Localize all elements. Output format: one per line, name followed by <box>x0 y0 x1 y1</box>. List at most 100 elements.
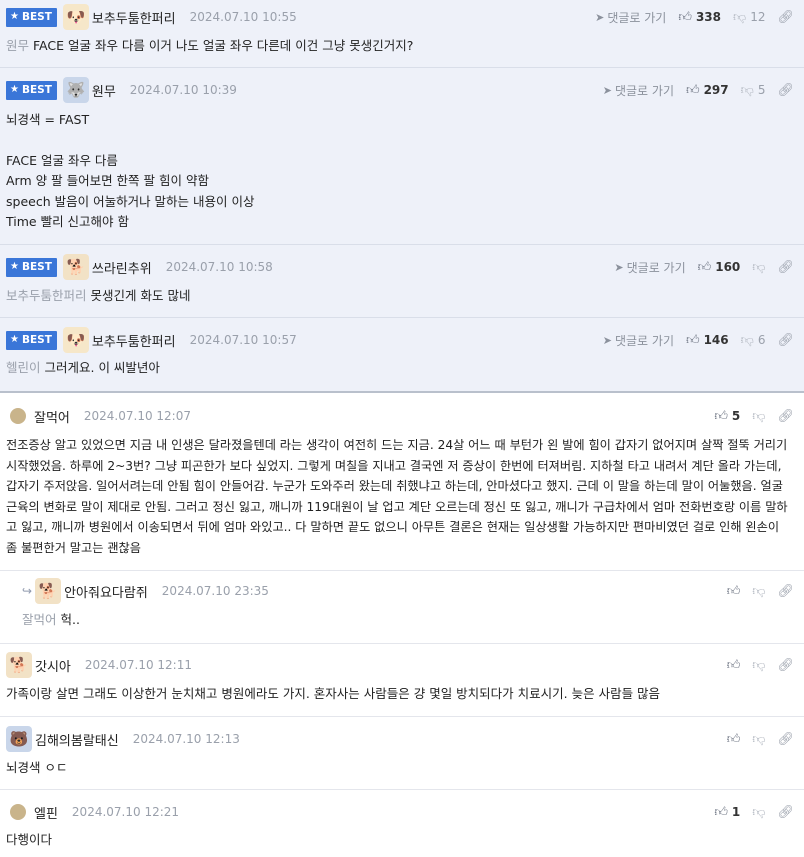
nickname[interactable]: 엘핀 <box>34 803 58 822</box>
thumb-down-icon: 👎︎ <box>740 82 754 98</box>
downvote-button[interactable]: 👎︎ <box>752 658 765 673</box>
nickname[interactable]: 김해의봄랄태신 <box>35 730 119 749</box>
nickname[interactable]: 갓시아 <box>35 656 71 675</box>
send-icon: ➤ <box>602 83 612 97</box>
link-icon[interactable]: 🔗︎ <box>777 10 794 25</box>
best-badge: ★ BEST <box>6 257 57 277</box>
avatar[interactable]: 🐺 <box>62 77 89 103</box>
downvote-button[interactable]: 👎︎ <box>752 409 765 424</box>
thumb-down-icon: 👎︎ <box>752 408 766 424</box>
best-comment: ★ BEST 🐕 쓰라린추위 2024.07.10 10:58 ➤ 댓글로 가기 👍… <box>0 245 804 318</box>
avatar[interactable]: 🐕 <box>6 652 32 678</box>
best-badge: ★ BEST <box>6 330 57 350</box>
thumb-up-icon: 👍︎ <box>726 583 741 599</box>
thumb-up-icon: 👍︎ <box>697 259 712 275</box>
star-icon: ★ <box>10 84 19 95</box>
thumb-down-icon: 👎︎ <box>752 657 766 673</box>
star-icon: ★ <box>10 11 19 22</box>
comment-date: 2024.07.10 12:21 <box>71 805 180 819</box>
downvote-button[interactable]: 👎︎ <box>752 260 765 275</box>
best-comment: ★ BEST 🐶 보추두툼한퍼리 2024.07.10 10:57 ➤ 댓글로 가기… <box>0 318 804 393</box>
avatar[interactable] <box>10 804 26 820</box>
comment: 🐕 갓시아 2024.07.10 12:11 👍︎ 👎︎ 🔗︎ 가족이랑 살면 … <box>0 644 804 717</box>
upvote-button[interactable]: 👍︎ 1 <box>714 805 740 820</box>
avatar[interactable]: 🐕 <box>35 578 62 604</box>
best-badge: ★ BEST <box>6 7 57 27</box>
upvote-button[interactable]: 👍︎ <box>727 658 741 673</box>
thumb-up-icon: 👍︎ <box>714 804 728 820</box>
comment-list: ★ BEST 🐶 보추두툼한퍼리 2024.07.10 10:55 ➤ 댓글로 가기… <box>0 0 804 857</box>
best-comment: ★ BEST 🐶 보추두툼한퍼리 2024.07.10 10:55 ➤ 댓글로 가기… <box>0 0 804 68</box>
comment-date: 2024.07.10 12:07 <box>83 409 191 423</box>
downvote-button[interactable]: 👎︎ <box>752 584 765 599</box>
send-icon: ➤ <box>595 10 605 24</box>
mention[interactable]: 보추두툼한퍼리 <box>6 288 87 303</box>
comment-text: 헉.. <box>60 612 80 627</box>
best-comment: ★ BEST 🐺 원무 2024.07.10 10:39 ➤ 댓글로 가기 👍︎ 29… <box>0 68 804 245</box>
downvote-button[interactable]: 👎︎ 12 <box>733 10 765 25</box>
mention[interactable]: 잘먹어 <box>22 612 57 627</box>
comment-text: Time 빨리 신고해야 함 <box>6 214 130 229</box>
downvote-button[interactable]: 👎︎ <box>752 805 765 820</box>
downvote-button[interactable]: 👎︎ 5 <box>741 83 766 98</box>
comment-text: FACE 얼굴 좌우 다름 이거 나도 얼굴 좌우 다른데 이건 그냥 못생긴거… <box>33 38 414 53</box>
comment-text: 못생긴게 화도 많네 <box>90 288 191 303</box>
nickname[interactable]: 원무 <box>92 81 116 100</box>
avatar[interactable]: 🐻 <box>6 726 32 752</box>
thumb-up-icon: 👍︎ <box>726 731 741 747</box>
link-icon[interactable]: 🔗︎ <box>777 333 794 348</box>
mention[interactable]: 원무 <box>6 38 29 53</box>
thumb-down-icon: 👎︎ <box>733 9 747 25</box>
thumb-down-icon: 👎︎ <box>752 259 766 275</box>
upvote-button[interactable]: 👍︎ <box>727 584 741 599</box>
reply-arrow-icon: ↪ <box>22 584 33 598</box>
upvote-button[interactable]: 👍︎ 5 <box>714 409 740 424</box>
comment-date: 2024.07.10 10:58 <box>165 260 273 274</box>
goto-comment-link[interactable]: ➤ 댓글로 가기 <box>603 332 674 349</box>
nickname[interactable]: 잘먹어 <box>34 407 70 426</box>
link-icon[interactable]: 🔗︎ <box>777 658 794 673</box>
nickname[interactable]: 쓰라린추위 <box>92 258 152 277</box>
goto-comment-link[interactable]: ➤ 댓글로 가기 <box>595 9 666 26</box>
star-icon: ★ <box>10 261 19 272</box>
goto-comment-link[interactable]: ➤ 댓글로 가기 <box>614 259 685 276</box>
mention[interactable]: 헬린이 <box>6 360 41 375</box>
comment-text: speech 발음이 어눌하거나 말하는 내용이 이상 <box>6 193 255 209</box>
link-icon[interactable]: 🔗︎ <box>777 805 794 820</box>
link-icon[interactable]: 🔗︎ <box>777 409 794 424</box>
avatar[interactable]: 🐶 <box>62 327 89 353</box>
nickname[interactable]: 안아줘요다람쥐 <box>64 582 148 601</box>
send-icon: ➤ <box>614 260 624 274</box>
upvote-button[interactable]: 👍︎ 338 <box>678 10 721 25</box>
avatar[interactable]: 🐶 <box>62 4 89 30</box>
comment: 🐻 김해의봄랄태신 2024.07.10 12:13 👍︎ 👎︎ 🔗︎ 뇌경색 … <box>0 717 804 790</box>
comment-date: 2024.07.10 23:35 <box>161 584 269 598</box>
nickname[interactable]: 보추두툼한퍼리 <box>92 331 176 350</box>
upvote-button[interactable]: 👍︎ 146 <box>686 333 729 348</box>
thumb-down-icon: 👎︎ <box>752 804 766 820</box>
thumb-up-icon: 👍︎ <box>685 332 700 348</box>
thumb-up-icon: 👍︎ <box>726 657 741 673</box>
star-icon: ★ <box>10 334 19 345</box>
comment: 엘핀 2024.07.10 12:21 👍︎ 1 👎︎ 🔗︎ 다행이다 <box>0 790 804 857</box>
avatar[interactable]: 🐕 <box>62 254 89 280</box>
downvote-button[interactable]: 👎︎ 6 <box>741 333 766 348</box>
link-icon[interactable]: 🔗︎ <box>777 584 794 599</box>
link-icon[interactable]: 🔗︎ <box>777 83 794 98</box>
comment-date: 2024.07.10 10:39 <box>129 83 237 97</box>
comment-text: Arm 양 팔 들어보면 한쪽 팔 힘이 약함 <box>6 173 209 188</box>
thumb-up-icon: 👍︎ <box>714 408 728 424</box>
send-icon: ➤ <box>602 333 612 347</box>
comment-text: 가족이랑 살면 그래도 이상한거 눈치채고 병원에라도 가지. 혼자사는 사람들… <box>6 686 661 701</box>
upvote-button[interactable]: 👍︎ 160 <box>698 260 741 275</box>
upvote-button[interactable]: 👍︎ <box>727 732 741 747</box>
upvote-button[interactable]: 👍︎ 297 <box>686 83 729 98</box>
downvote-button[interactable]: 👎︎ <box>752 732 765 747</box>
link-icon[interactable]: 🔗︎ <box>777 732 794 747</box>
avatar[interactable] <box>10 408 26 424</box>
goto-comment-link[interactable]: ➤ 댓글로 가기 <box>603 82 674 99</box>
comment-date: 2024.07.10 10:55 <box>189 10 297 24</box>
link-icon[interactable]: 🔗︎ <box>777 260 794 275</box>
reply-comment: ↪ 🐕 안아줘요다람쥐 2024.07.10 23:35 👍︎ 👎︎ 🔗︎ 잘먹… <box>0 571 804 644</box>
nickname[interactable]: 보추두툼한퍼리 <box>92 8 176 27</box>
